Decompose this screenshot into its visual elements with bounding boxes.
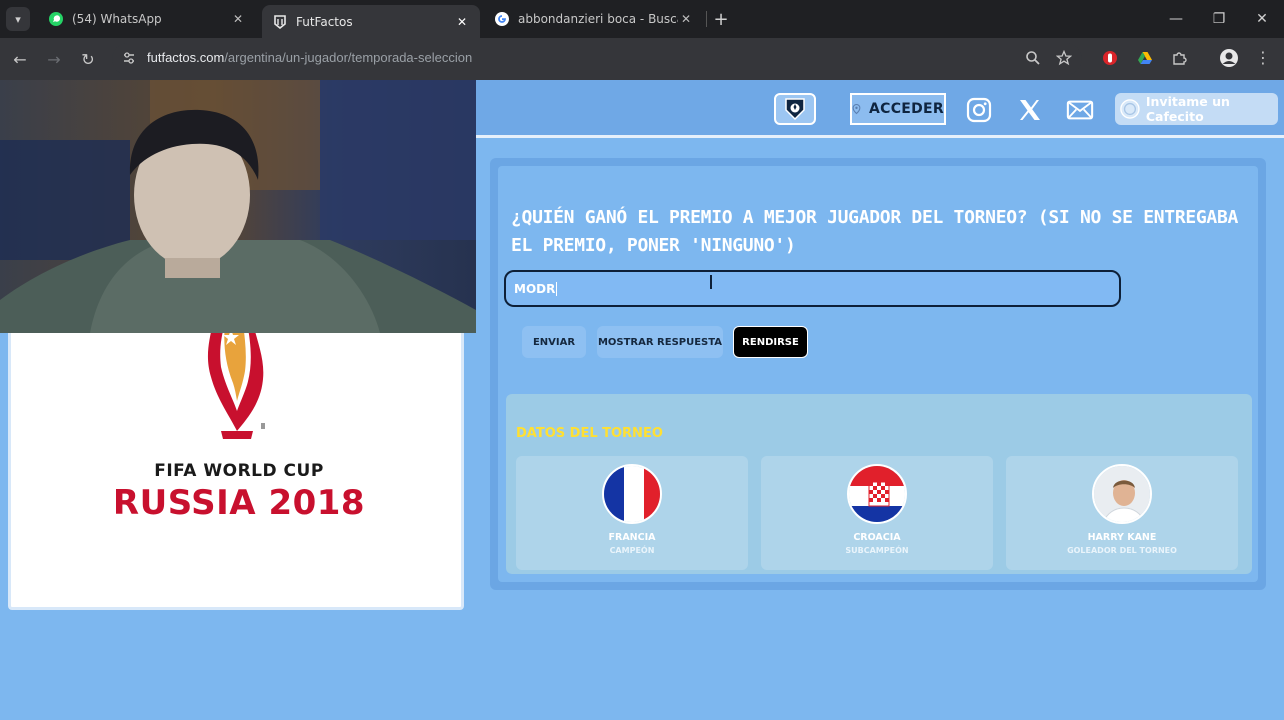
text-caret (556, 281, 558, 296)
minimize-icon: — (1169, 11, 1183, 27)
champion-name: FRANCIA (608, 532, 656, 543)
give-up-button[interactable]: RENDIRSE (733, 326, 808, 358)
player-photo (1092, 464, 1152, 524)
forward-button[interactable]: → (42, 47, 66, 71)
webcam-person-image (0, 80, 476, 333)
champion-card: FRANCIA CAMPEÓN (516, 456, 748, 570)
close-icon[interactable]: ✕ (454, 14, 470, 30)
tab-search-button[interactable]: ▾ (6, 7, 30, 31)
cafecito-button[interactable]: Invitame un Cafecito (1115, 93, 1278, 125)
world-cup-title: FIFA WORLD CUP (154, 461, 324, 481)
runner-up-role: SUBCAMPEÓN (845, 546, 909, 555)
restore-button[interactable]: ❐ (1205, 8, 1233, 30)
coffee-cup-icon (1120, 99, 1140, 119)
bookmark-star-icon[interactable] (1053, 47, 1075, 69)
tournament-logo-card: FIFA WORLD CUP RUSSIA 2018 (8, 323, 464, 610)
extension-red-icon[interactable] (1099, 47, 1121, 69)
quiz-panel: ¿QUIÉN GANÓ EL PREMIO A MEJOR JUGADOR DE… (490, 158, 1266, 590)
close-window-button[interactable]: ✕ (1248, 8, 1276, 30)
x-icon[interactable] (1016, 96, 1044, 124)
top-scorer-name: HARRY KANE (1087, 532, 1157, 543)
zoom-icon[interactable] (1022, 47, 1044, 69)
tab-title: abbondanzieri boca - Buscar co (518, 12, 678, 26)
tab-separator (706, 11, 707, 27)
location-pin-icon (852, 103, 861, 115)
world-cup-subtitle: RUSSIA 2018 (112, 483, 366, 523)
tab-futfactos[interactable]: FutFactos ✕ (262, 5, 480, 38)
close-icon: ✕ (1256, 11, 1268, 27)
tab-whatsapp[interactable]: (54) WhatsApp ✕ (38, 5, 256, 33)
arrow-left-icon: ← (13, 49, 27, 69)
restore-icon: ❐ (1212, 11, 1226, 27)
quiz-inner: ¿QUIÉN GANÓ EL PREMIO A MEJOR JUGADOR DE… (498, 166, 1258, 582)
google-icon (494, 11, 510, 27)
browser-menu-icon[interactable]: ⋮ (1252, 47, 1274, 69)
croatia-flag-icon (847, 464, 907, 524)
cafecito-label: Invitame un Cafecito (1145, 94, 1230, 124)
tournament-data-title: DATOS DEL TORNEO (516, 426, 663, 441)
extensions-puzzle-icon[interactable] (1168, 47, 1190, 69)
close-icon[interactable]: ✕ (230, 11, 246, 27)
new-tab-button[interactable]: + (711, 8, 731, 30)
tournament-data-section: DATOS DEL TORNEO FRANCIA CAMPEÓN CROACIA… (506, 394, 1252, 574)
answer-input[interactable]: MODR (504, 270, 1121, 307)
plus-icon: + (713, 8, 729, 30)
world-cup-trophy-logo (207, 323, 265, 439)
runner-up-name: CROACIA (853, 532, 901, 543)
url-host: futfactos.com (147, 50, 225, 65)
submit-button[interactable]: ENVIAR (522, 326, 586, 358)
top-scorer-role: GOLEADOR DEL TORNEO (1067, 546, 1177, 555)
submit-label: ENVIAR (532, 336, 576, 348)
top-scorer-card: HARRY KANE GOLEADOR DEL TORNEO (1006, 456, 1238, 570)
back-button[interactable]: ← (8, 47, 32, 71)
shield-icon (785, 98, 805, 121)
tab-google-search[interactable]: abbondanzieri boca - Buscar co ✕ (484, 5, 704, 33)
france-flag-icon (602, 464, 662, 524)
login-button[interactable]: ACCEDER (850, 93, 946, 125)
mail-icon[interactable] (1066, 96, 1094, 124)
close-icon[interactable]: ✕ (678, 11, 694, 27)
login-label: ACCEDER (868, 101, 944, 117)
whatsapp-icon (48, 11, 64, 27)
tab-title: (54) WhatsApp (72, 12, 162, 26)
text-cursor-icon (710, 275, 712, 289)
profile-avatar-icon[interactable] (1218, 47, 1240, 69)
minimize-button[interactable]: — (1162, 8, 1190, 30)
futfactos-icon (272, 14, 288, 30)
google-drive-icon[interactable] (1134, 47, 1156, 69)
reload-icon: ↻ (81, 49, 95, 69)
browser-tab-bar: ▾ (54) WhatsApp ✕ FutFactos ✕ abbondanzi… (0, 0, 1284, 38)
question-text: ¿QUIÉN GANÓ EL PREMIO A MEJOR JUGADOR DE… (511, 207, 1239, 256)
champion-role: CAMPEÓN (609, 546, 655, 555)
url-path: /argentina/un-jugador/temporada-seleccio… (224, 50, 473, 65)
arrow-right-icon: → (47, 49, 61, 69)
answer-value: MODR (514, 281, 556, 296)
tab-title: FutFactos (296, 14, 353, 29)
reload-button[interactable]: ↻ (76, 47, 100, 71)
instagram-icon[interactable] (965, 96, 993, 124)
webcam-video-overlay (0, 80, 476, 333)
url-text[interactable]: futfactos.com/argentina/un-jugador/tempo… (147, 50, 472, 65)
page-content: ACCEDER Invitame un Cafecito FIFA WORLD … (0, 80, 1284, 720)
show-answer-label: MOSTRAR RESPUESTA (597, 336, 723, 348)
show-answer-button[interactable]: MOSTRAR RESPUESTA (597, 326, 723, 358)
give-up-label: RENDIRSE (742, 336, 799, 348)
chevron-down-icon: ▾ (15, 12, 21, 26)
runner-up-card: CROACIA SUBCAMPEÓN (761, 456, 993, 570)
futfactos-logo[interactable] (774, 93, 816, 125)
site-settings-icon[interactable] (118, 47, 140, 69)
